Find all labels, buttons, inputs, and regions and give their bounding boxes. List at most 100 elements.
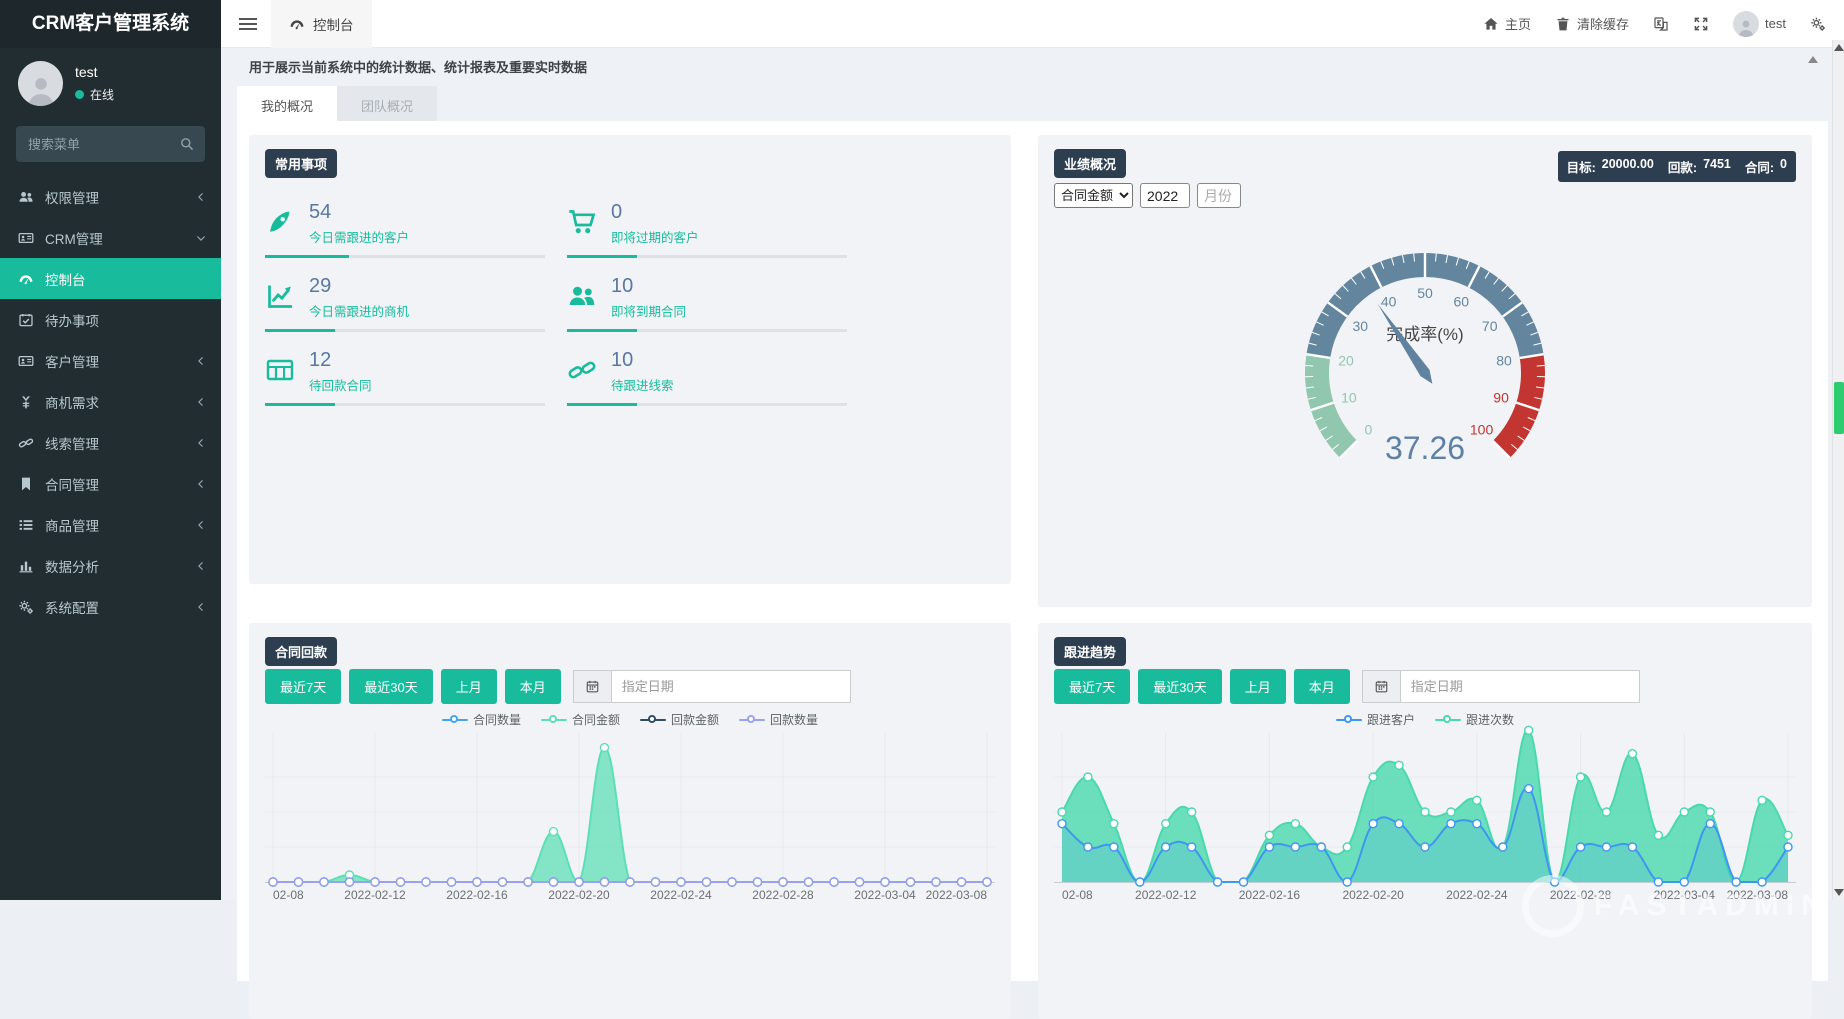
stat-follow-business[interactable]: 29今日需跟进的商机	[265, 271, 545, 332]
range-button-3[interactable]: 本月	[1294, 669, 1350, 704]
stats-grid: 54今日需跟进的客户0即将过期的客户29今日需跟进的商机10即将到期合同12待回…	[265, 197, 865, 406]
date-addon[interactable]	[573, 670, 611, 703]
stat-follow-customer[interactable]: 54今日需跟进的客户	[265, 197, 545, 258]
legend-item[interactable]: 跟进客户	[1336, 711, 1415, 728]
scrollbar[interactable]	[1832, 40, 1844, 900]
language-button[interactable]	[1653, 16, 1669, 32]
month-input[interactable]	[1197, 183, 1241, 208]
sidebar-item-label: 合同管理	[45, 474, 184, 494]
link-icon	[18, 435, 34, 451]
svg-text:40: 40	[1381, 294, 1397, 310]
year-input[interactable]	[1140, 183, 1190, 208]
fullscreen-button[interactable]	[1693, 16, 1709, 32]
sidebar-item-customer[interactable]: 客户管理	[0, 340, 221, 381]
metric-select[interactable]: 合同金额	[1054, 183, 1133, 208]
legend-item[interactable]: 回款金额	[640, 711, 719, 728]
sidebar-menu: 权限管理 CRM管理控制台待办事项客户管理商机需求线索管理合同管理商品管理数据分析…	[0, 176, 221, 627]
date-addon[interactable]	[1362, 670, 1400, 703]
payback-value: 7451	[1703, 157, 1731, 176]
card-title-badge: 常用事项	[265, 149, 337, 178]
stat-label: 即将到期合同	[611, 301, 686, 320]
followup-trend-card: 跟进趋势 最近7天最近30天上月本月 02-082022-02-122022-0…	[1038, 623, 1812, 1019]
topbar-user[interactable]: test	[1733, 11, 1786, 37]
sidebar-item-label: 线索管理	[45, 433, 184, 453]
stat-label: 待回款合同	[309, 375, 372, 394]
common-items-card: 常用事项 54今日需跟进的客户0即将过期的客户29今日需跟进的商机10即将到期合…	[249, 135, 1011, 584]
scroll-thumb[interactable]	[1834, 382, 1844, 434]
rocket-icon	[265, 207, 295, 237]
calendar-check-icon	[18, 312, 34, 328]
sidebar-item-todo[interactable]: 待办事项	[0, 299, 221, 340]
sidebar-toggle-icon[interactable]	[239, 15, 257, 33]
home-button[interactable]: 主页	[1483, 14, 1531, 33]
tab-team-overview[interactable]: 团队概况	[337, 86, 437, 125]
sidebar-item-config[interactable]: 系统配置	[0, 586, 221, 627]
collapse-caret-icon[interactable]	[1808, 56, 1818, 63]
sidebar-item-crm[interactable]: CRM管理	[0, 217, 221, 258]
scroll-down-button[interactable]	[1834, 889, 1844, 896]
range-button-2[interactable]: 上月	[441, 669, 497, 704]
svg-text:20: 20	[1338, 352, 1354, 368]
user-name: test	[75, 64, 114, 80]
chevron-down-icon	[195, 232, 207, 244]
person-icon	[1736, 17, 1756, 37]
sidebar-item-permission[interactable]: 权限管理	[0, 176, 221, 217]
legend-label: 合同数量	[473, 711, 521, 728]
legend-item[interactable]: 合同金额	[541, 711, 620, 728]
sidebar-item-contract[interactable]: 合同管理	[0, 463, 221, 504]
sidebar-item-label: 权限管理	[45, 187, 184, 207]
stat-label: 即将过期的客户	[611, 227, 699, 246]
scroll-up-button[interactable]	[1834, 44, 1844, 51]
stat-value: 10	[611, 349, 674, 371]
date-input[interactable]	[611, 670, 851, 703]
tab-my-overview[interactable]: 我的概况	[237, 86, 337, 125]
settings-button[interactable]	[1810, 16, 1826, 32]
nav-tab-console[interactable]: 控制台	[271, 0, 372, 48]
search-input[interactable]	[16, 126, 205, 162]
home-label: 主页	[1505, 14, 1531, 33]
range-button-0[interactable]: 最近7天	[265, 669, 341, 704]
sidebar-item-label: 待办事项	[45, 310, 207, 330]
sidebar-item-console[interactable]: 控制台	[0, 258, 221, 299]
link-icon	[567, 355, 597, 385]
stat-expiring-contract[interactable]: 10即将到期合同	[567, 271, 847, 332]
date-input[interactable]	[1400, 670, 1640, 703]
legend-label: 跟进次数	[1466, 711, 1514, 728]
svg-text:90: 90	[1493, 390, 1509, 406]
stat-value: 12	[309, 349, 372, 371]
overview-tabs: 我的概况 团队概况	[237, 86, 437, 125]
stat-follow-clue[interactable]: 10待跟进线索	[567, 345, 847, 406]
list-icon	[18, 517, 34, 533]
search-icon[interactable]	[179, 136, 195, 152]
legend-item[interactable]: 跟进次数	[1435, 711, 1514, 728]
clear-cache-button[interactable]: 清除缓存	[1555, 14, 1629, 33]
sidebar-item-business[interactable]: 商机需求	[0, 381, 221, 422]
topbar-username: test	[1765, 16, 1786, 31]
sidebar-item-goods[interactable]: 商品管理	[0, 504, 221, 545]
range-button-2[interactable]: 上月	[1230, 669, 1286, 704]
legend-label: 跟进客户	[1367, 711, 1415, 728]
sidebar-item-analysis[interactable]: 数据分析	[0, 545, 221, 586]
legend-item[interactable]: 合同数量	[442, 711, 521, 728]
performance-summary: 目标: 20000.00 回款: 7451 合同: 0	[1558, 151, 1796, 182]
chevron-left-icon	[195, 601, 207, 613]
chevron-left-icon	[195, 396, 207, 408]
date-picker-group	[1362, 670, 1640, 703]
svg-text:37.26: 37.26	[1385, 430, 1465, 466]
range-button-1[interactable]: 最近30天	[349, 669, 432, 704]
legend-marker-icon	[1435, 715, 1461, 725]
range-button-1[interactable]: 最近30天	[1138, 669, 1221, 704]
stat-expiring-customer[interactable]: 0即将过期的客户	[567, 197, 847, 258]
sidebar-search	[16, 126, 205, 162]
range-button-0[interactable]: 最近7天	[1054, 669, 1130, 704]
user-avatar[interactable]	[18, 61, 63, 106]
chart-legend: 合同数量 合同金额 回款金额 回款数量	[265, 711, 995, 728]
stat-payback-contract[interactable]: 12 待回款合同	[265, 345, 545, 406]
legend-item[interactable]: 回款数量	[739, 711, 818, 728]
svg-text:60: 60	[1454, 294, 1470, 310]
stat-progress	[265, 403, 545, 406]
range-button-3[interactable]: 本月	[505, 669, 561, 704]
legend-label: 回款数量	[770, 711, 818, 728]
sidebar-item-clue[interactable]: 线索管理	[0, 422, 221, 463]
contract-chart: 02-082022-02-122022-02-162022-02-202022-…	[265, 707, 995, 1007]
